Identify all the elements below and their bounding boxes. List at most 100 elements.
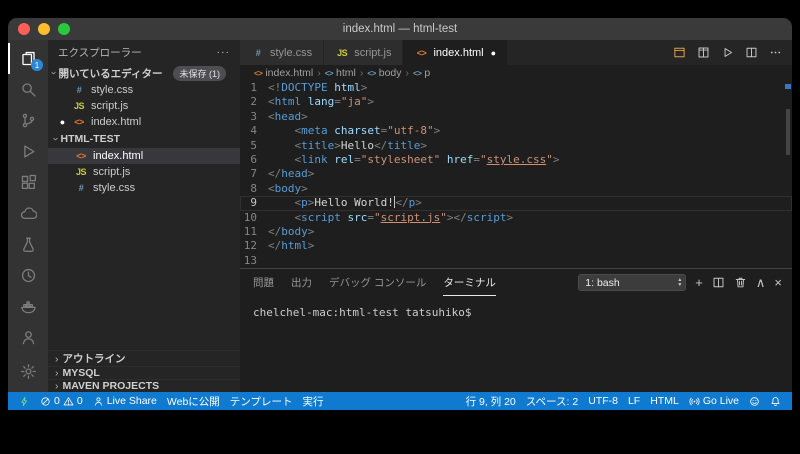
- panel-tab-terminal[interactable]: ターミナル: [443, 269, 496, 296]
- css-file-icon: #: [72, 85, 86, 95]
- terminal-prompt: chelchel-mac:html-test tatsuhiko$: [253, 306, 472, 319]
- breadcrumb-separator: ›: [406, 67, 410, 79]
- statusbar-publish-web[interactable]: Webに公開: [162, 392, 225, 410]
- explorer-sidebar: エクスプローラー ··· › 開いているエディター 未保存 (1) #style…: [48, 40, 240, 392]
- tab-index-html[interactable]: <>index.html●: [403, 40, 508, 65]
- activity-run-debug[interactable]: [8, 136, 48, 167]
- statusbar-notifications[interactable]: [765, 392, 786, 410]
- activity-settings[interactable]: [8, 356, 48, 387]
- statusbar-problems[interactable]: 00: [35, 392, 88, 410]
- activity-search[interactable]: [8, 74, 48, 105]
- breadcrumb-label: html: [336, 67, 356, 79]
- line-number: 7: [240, 167, 268, 181]
- window-title: index.html — html-test: [343, 23, 457, 35]
- open-editor-item[interactable]: #style.css: [48, 82, 240, 98]
- sidebar-more-actions-icon[interactable]: ···: [217, 46, 231, 58]
- sidebar-section-maven-projects[interactable]: ›MAVEN PROJECTS: [48, 379, 240, 392]
- panel-action-maximize-panel[interactable]: ∧: [756, 276, 766, 289]
- open-editor-item[interactable]: JSscript.js: [48, 98, 240, 114]
- statusbar-language-mode[interactable]: HTML: [645, 392, 684, 410]
- terminal-output[interactable]: chelchel-mac:html-test tatsuhiko$: [240, 296, 792, 319]
- preview-icon: [673, 46, 686, 59]
- titlebar[interactable]: index.html — html-test: [8, 18, 792, 40]
- line-number: 12: [240, 239, 268, 253]
- statusbar-live-share[interactable]: Live Share: [88, 392, 162, 410]
- statusbar-remote[interactable]: [14, 392, 35, 410]
- split-icon: [712, 276, 725, 289]
- css-file-icon: #: [74, 183, 88, 193]
- editor-action-split-editor[interactable]: [745, 46, 758, 59]
- terminal-shell-select[interactable]: 1: bash ▲▼: [578, 274, 686, 291]
- statusbar-text: Live Share: [107, 395, 157, 407]
- line-number: 4: [240, 124, 268, 138]
- unsaved-badge: 未保存 (1): [173, 66, 226, 81]
- open-editors-list: #style.cssJSscript.js●<>index.html: [48, 82, 240, 130]
- close-window-button[interactable]: [18, 23, 30, 35]
- panel-action-new-terminal[interactable]: +: [695, 276, 703, 289]
- open-editors-header[interactable]: › 開いているエディター 未保存 (1): [48, 64, 240, 82]
- line-number: 13: [240, 254, 268, 268]
- broadcast-icon: [689, 396, 700, 407]
- statusbar-run-task[interactable]: 実行: [297, 392, 328, 410]
- breadcrumb-item[interactable]: <>html: [325, 67, 356, 79]
- panel-tab-problems[interactable]: 問題: [253, 269, 274, 296]
- zoom-window-button[interactable]: [58, 23, 70, 35]
- flask-icon: [20, 236, 37, 253]
- breadcrumb-item[interactable]: <>p: [413, 67, 430, 79]
- editor-scrollbar[interactable]: [786, 109, 790, 155]
- explorer-file-item[interactable]: JSscript.js: [48, 164, 240, 180]
- sidebar-section-outline[interactable]: ›アウトライン: [48, 350, 240, 366]
- open-editor-item[interactable]: ●<>index.html: [48, 114, 240, 130]
- line-number: 3: [240, 110, 268, 124]
- code-line: 10 <script src="script.js"></script>: [240, 211, 792, 225]
- code-line: 7</head>: [240, 167, 792, 181]
- panel-tab-debug-console[interactable]: デバッグ コンソール: [329, 269, 426, 296]
- editor-action-more-actions[interactable]: [769, 46, 782, 59]
- explorer-file-item[interactable]: <>index.html: [48, 148, 240, 164]
- code-text: <html lang="ja">: [268, 95, 374, 109]
- cloud-icon: [20, 205, 37, 222]
- breadcrumb-item[interactable]: <>index.html: [254, 67, 313, 79]
- desktop: index.html — html-test 1 エクスプローラー ··· › …: [0, 0, 800, 454]
- activity-test[interactable]: [8, 229, 48, 260]
- minimize-window-button[interactable]: [38, 23, 50, 35]
- activity-explorer[interactable]: 1: [8, 43, 48, 74]
- split-icon: [745, 46, 758, 59]
- panel-action-split-terminal[interactable]: [712, 276, 725, 289]
- statusbar-encoding[interactable]: UTF-8: [583, 392, 623, 410]
- panel-action-kill-terminal[interactable]: [734, 276, 747, 289]
- statusbar-indentation[interactable]: スペース: 2: [521, 392, 583, 410]
- activity-extensions[interactable]: [8, 167, 48, 198]
- panel: 問題出力デバッグ コンソールターミナル 1: bash ▲▼ + ∧ × chelc…: [240, 268, 792, 392]
- overview-ruler-cursor-marker: [785, 84, 791, 89]
- account-icon: [20, 329, 37, 346]
- panel-action-close-panel[interactable]: ×: [774, 276, 782, 289]
- panel-tabs: 問題出力デバッグ コンソールターミナル: [253, 269, 513, 296]
- code-editor[interactable]: 1<!DOCTYPE html>2<html lang="ja">3<head>…: [240, 81, 792, 268]
- editor-action-open-preview[interactable]: [673, 46, 686, 59]
- activity-history[interactable]: [8, 260, 48, 291]
- workspace-header[interactable]: › HTML-TEST: [48, 130, 240, 148]
- explorer-file-item[interactable]: #style.css: [48, 180, 240, 196]
- statusbar-go-live[interactable]: Go Live: [684, 392, 744, 410]
- statusbar-cursor-position[interactable]: 行 9, 列 20: [461, 392, 521, 410]
- sidebar-section-mysql[interactable]: ›MYSQL: [48, 366, 240, 379]
- statusbar-template[interactable]: テンプレート: [225, 392, 298, 410]
- tab-script-js[interactable]: JSscript.js: [324, 40, 403, 65]
- select-arrows-icon: ▲▼: [677, 278, 682, 287]
- statusbar-feedback[interactable]: [744, 392, 765, 410]
- activity-source-control[interactable]: [8, 105, 48, 136]
- activity-cloud[interactable]: [8, 198, 48, 229]
- line-number: 6: [240, 153, 268, 167]
- activity-docker[interactable]: [8, 291, 48, 322]
- breadcrumb-item[interactable]: <>body: [367, 67, 401, 79]
- panel-tab-output[interactable]: 出力: [291, 269, 312, 296]
- code-text: </html>: [268, 239, 314, 253]
- statusbar-text: テンプレート: [230, 394, 293, 409]
- editor-action-open-changes[interactable]: [697, 46, 710, 59]
- activity-accounts[interactable]: [8, 322, 48, 353]
- tab-style-css[interactable]: #style.css: [240, 40, 324, 65]
- workbench: 1 エクスプローラー ··· › 開いているエディター 未保存 (1) #sty…: [8, 40, 792, 392]
- editor-action-run-file[interactable]: [721, 46, 734, 59]
- statusbar-eol[interactable]: LF: [623, 392, 645, 410]
